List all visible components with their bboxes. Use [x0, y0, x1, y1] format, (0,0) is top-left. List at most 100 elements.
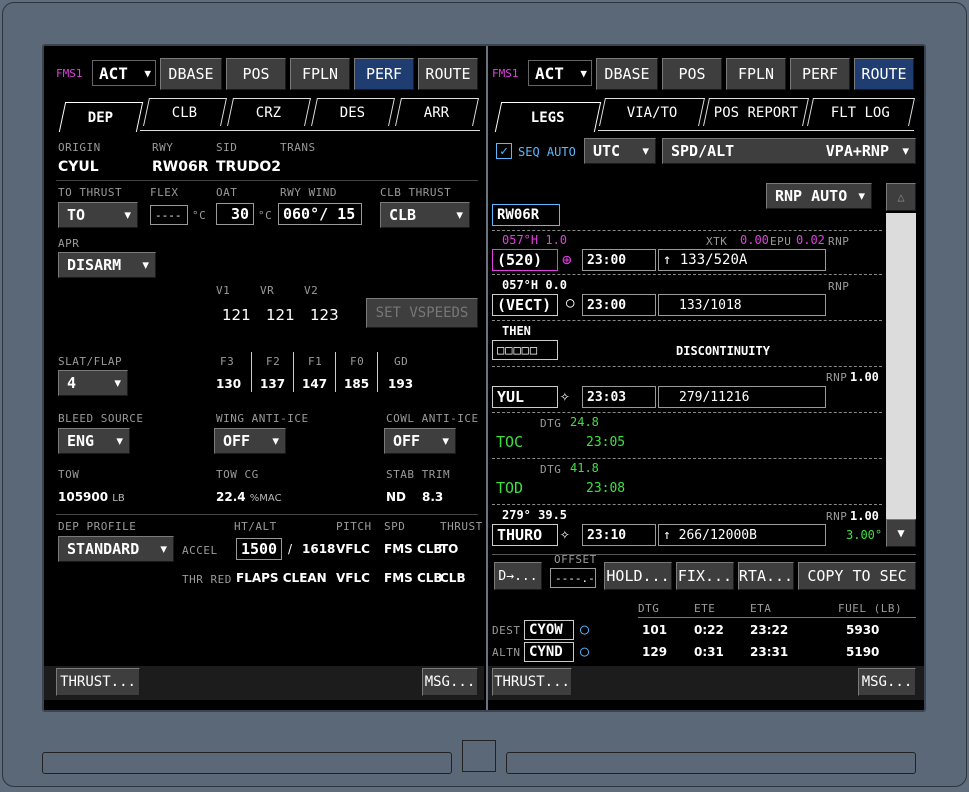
msg-button[interactable]: MSG... — [858, 668, 916, 696]
leg6-waypoint[interactable]: THURO — [492, 524, 558, 546]
set-vspeeds-button[interactable]: SET VSPEEDS — [366, 298, 478, 328]
time-mode-value: UTC — [593, 142, 621, 160]
leg6-time[interactable]: 23:10 — [582, 524, 656, 546]
discontinuity-entry[interactable]: □□□□□ — [492, 340, 558, 360]
leg2-time[interactable]: 23:00 — [582, 294, 656, 316]
origin-runway-waypoint[interactable]: RW06R — [492, 204, 560, 226]
accel-thrust: TO — [440, 542, 459, 556]
copy-to-sec-button[interactable]: COPY TO SEC — [798, 562, 916, 590]
apr-select[interactable]: DISARM ▼ — [58, 252, 156, 278]
subtab-des[interactable]: DES — [311, 98, 395, 126]
then-label: THEN — [502, 324, 531, 338]
scroll-up-button[interactable]: △ — [886, 183, 916, 211]
subtab-crz[interactable]: CRZ — [227, 98, 311, 126]
leg1-spd-alt[interactable]: ↑ 133/520A — [658, 249, 826, 271]
chevron-down-icon: ▼ — [456, 208, 463, 222]
leg-separator — [492, 366, 882, 367]
v2-label: V2 — [304, 284, 319, 297]
tab-pos[interactable]: POS — [226, 58, 286, 90]
leg2-waypoint[interactable]: (VECT) — [492, 294, 558, 316]
msg-button[interactable]: MSG... — [422, 668, 478, 696]
altn-ete: 0:31 — [694, 645, 724, 659]
to-thrust-select[interactable]: TO ▼ — [58, 202, 138, 228]
tab-dbase[interactable]: DBASE — [596, 58, 658, 90]
tow-unit: LB — [112, 493, 125, 504]
clb-thrust-select[interactable]: CLB ▼ — [380, 202, 470, 228]
wing-anti-ice-label: WING ANTI-ICE — [216, 412, 309, 425]
leg1-time[interactable]: 23:00 — [582, 249, 656, 271]
bezel-center-button[interactable] — [462, 740, 496, 772]
tab-perf[interactable]: PERF — [790, 58, 850, 90]
leg1-waypoint[interactable]: (520) — [492, 249, 558, 271]
leg3-waypoint[interactable]: YUL — [492, 386, 558, 408]
subtab-arr[interactable]: ARR — [395, 98, 479, 126]
chevron-down-icon: ▼ — [442, 434, 449, 448]
thrust-label: THRUST — [440, 520, 483, 533]
flex-input[interactable]: ---- — [150, 205, 188, 225]
oat-input[interactable]: 30 — [216, 203, 254, 225]
offset-input[interactable]: ----.- — [550, 568, 596, 588]
dest-label: DEST — [492, 624, 521, 637]
offset-label: OFFSET — [554, 553, 597, 566]
tab-fpln[interactable]: FPLN — [290, 58, 350, 90]
subtab-dep-label: DEP — [88, 109, 114, 126]
subtab-via-to[interactable]: VIA/TO — [599, 98, 705, 126]
slat-flap-value: 4 — [67, 374, 77, 392]
cowl-anti-ice-select[interactable]: OFF ▼ — [384, 428, 456, 454]
altn-airport[interactable]: CYND — [524, 642, 574, 662]
separator — [251, 352, 252, 392]
tab-perf[interactable]: PERF — [354, 58, 414, 90]
rnp-auto-select[interactable]: RNP AUTO ▼ — [766, 183, 872, 209]
leg3-time[interactable]: 23:03 — [582, 386, 656, 408]
dep-profile-select[interactable]: STANDARD ▼ — [58, 536, 174, 562]
tab-pos[interactable]: POS — [662, 58, 722, 90]
column-mode-select[interactable]: SPD/ALT VPA+RNP ▼ — [662, 138, 916, 164]
bleed-source-select[interactable]: ENG ▼ — [58, 428, 130, 454]
fms-source-select[interactable]: ACT ▼ — [92, 60, 156, 86]
tab-route[interactable]: ROUTE — [418, 58, 478, 90]
subtab-clb[interactable]: CLB — [143, 98, 227, 126]
slat-flap-select[interactable]: 4 ▼ — [58, 370, 128, 396]
fix-button[interactable]: FIX... — [676, 562, 734, 590]
rwy-wind-input[interactable]: 060°/ 15 — [278, 203, 362, 225]
thrust-button[interactable]: THRUST... — [492, 668, 572, 696]
scroll-down-button[interactable]: ▼ — [886, 519, 916, 547]
bleed-source-label: BLEED SOURCE — [58, 412, 144, 425]
subtab-flt-log[interactable]: FLT LOG — [807, 98, 915, 126]
accel-height-input[interactable]: 1500 — [236, 538, 282, 560]
f3-value: 130 — [216, 377, 242, 391]
stab-trim-direction: ND — [386, 490, 407, 504]
direct-to-button[interactable]: D→... — [494, 562, 542, 590]
subtab-pos-report[interactable]: POS REPORT — [703, 98, 809, 126]
seq-auto-checkbox[interactable]: ✓ — [496, 143, 512, 159]
tab-route[interactable]: ROUTE — [854, 58, 914, 90]
tab-underline — [140, 130, 480, 131]
leg1-heading: 057°H 1.0 — [502, 233, 568, 247]
separator — [638, 617, 916, 618]
leg5-waypoint: TOD — [496, 479, 524, 497]
tab-fpln[interactable]: FPLN — [726, 58, 786, 90]
scrollbar-thumb[interactable] — [886, 213, 916, 519]
leg2-spd-alt[interactable]: 133/1018 — [658, 294, 826, 316]
wing-anti-ice-value: OFF — [223, 432, 251, 450]
wing-anti-ice-select[interactable]: OFF ▼ — [214, 428, 286, 454]
tow-cg-number: 22.4 — [216, 490, 246, 504]
fms-source-value: ACT — [99, 63, 128, 83]
leg-separator — [492, 504, 882, 505]
hold-button[interactable]: HOLD... — [604, 562, 672, 590]
leg6-spd-alt[interactable]: ↑ 266/12000B — [658, 524, 826, 546]
rta-button[interactable]: RTA... — [738, 562, 794, 590]
leg3-spd-alt[interactable]: 279/11216 — [658, 386, 826, 408]
tab-dbase[interactable]: DBASE — [160, 58, 222, 90]
time-mode-select[interactable]: UTC ▼ — [584, 138, 656, 164]
subtab-flt-log-label: FLT LOG — [831, 104, 891, 121]
to-thrust-label: TO THRUST — [58, 186, 123, 199]
subtab-dep[interactable]: DEP — [58, 102, 144, 132]
subtab-clb-label: CLB — [172, 104, 198, 121]
dest-airport[interactable]: CYOW — [524, 620, 574, 640]
bezel-slot-right — [506, 752, 916, 774]
thrust-button[interactable]: THRUST... — [56, 668, 140, 696]
fms-source-select[interactable]: ACT ▼ — [528, 60, 592, 86]
leg2-rnp-label: RNP — [828, 280, 850, 293]
subtab-legs[interactable]: LEGS — [494, 102, 602, 132]
